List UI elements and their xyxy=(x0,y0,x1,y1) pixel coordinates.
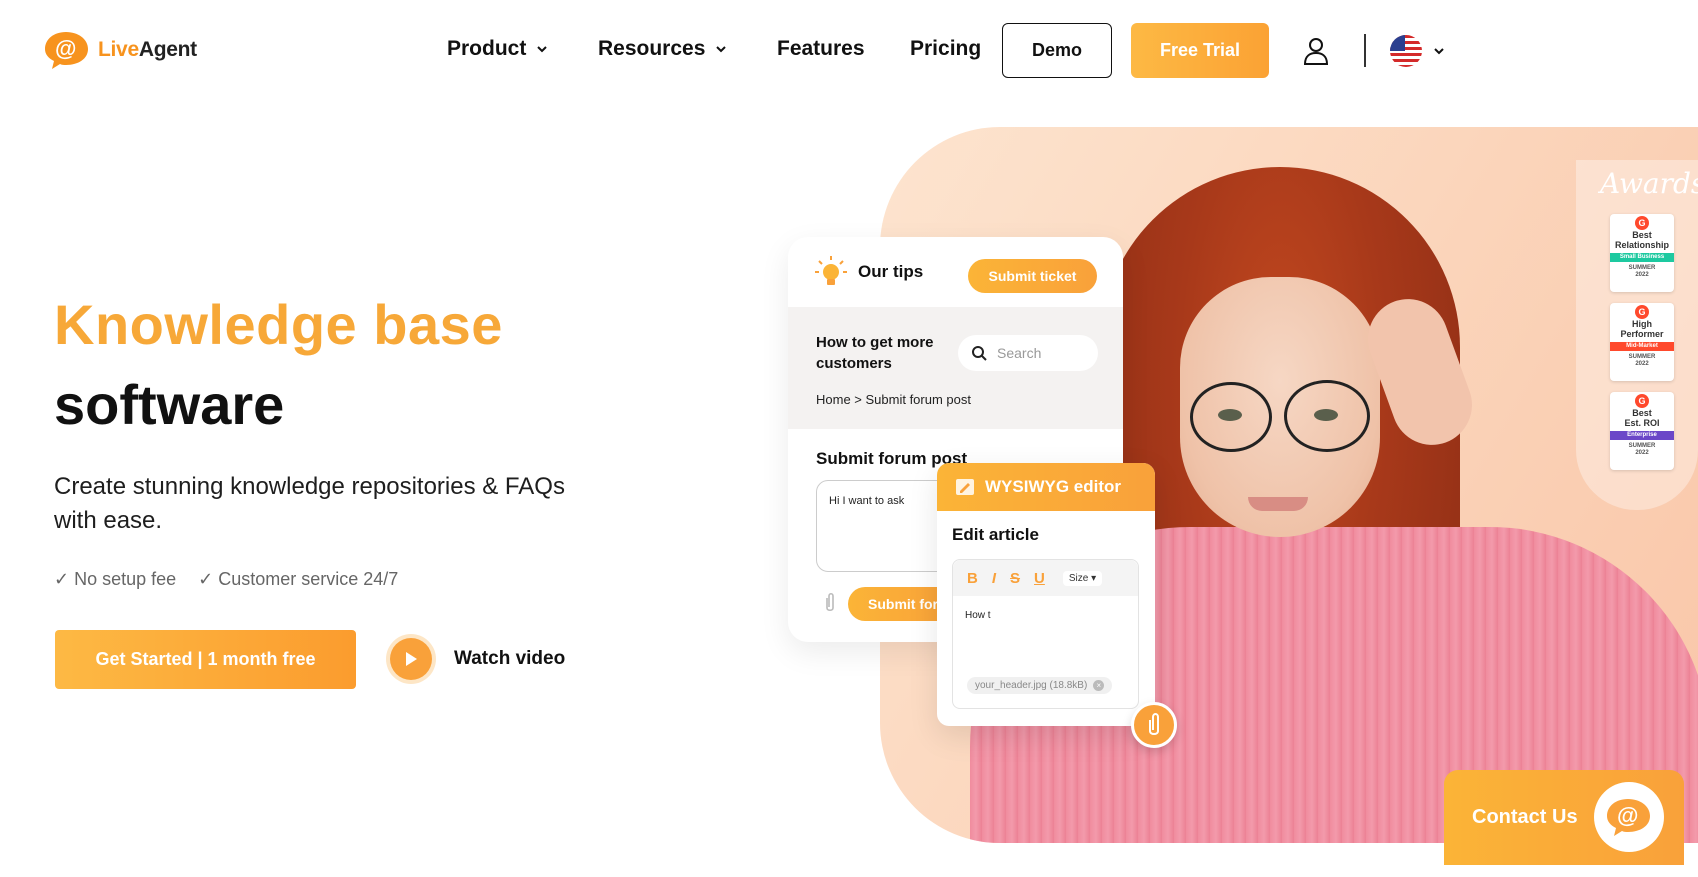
nav-resources[interactable]: Resources xyxy=(598,37,727,61)
editor-header: WYSIWYG editor xyxy=(937,463,1155,511)
editor-mockup-card: WYSIWYG editor Edit article B I S U Size… xyxy=(937,463,1155,726)
editor-header-label: WYSIWYG editor xyxy=(985,477,1121,496)
paperclip-icon[interactable] xyxy=(822,592,838,614)
watch-video-label: Watch video xyxy=(454,648,566,669)
strikethrough-button[interactable]: S xyxy=(1010,570,1020,587)
breadcrumb: Home > Submit forum post xyxy=(816,392,971,407)
badge-season: SUMMER xyxy=(1628,265,1656,271)
italic-button[interactable]: I xyxy=(992,570,996,587)
badge-category: Enterprise xyxy=(1610,431,1674,440)
tips-label: Our tips xyxy=(858,262,924,281)
edit-article-title: Edit article xyxy=(952,525,1039,544)
g2-icon: G xyxy=(1635,305,1649,319)
contact-us-widget[interactable]: Contact Us @ xyxy=(1444,770,1684,865)
nav-product-label: Product xyxy=(447,37,527,60)
badge-year: 2022 xyxy=(1635,272,1649,278)
attached-file-chip: your_header.jpg (18.8kB) × xyxy=(967,677,1113,694)
edit-icon xyxy=(956,479,974,495)
badge-category: Small Business xyxy=(1610,253,1674,262)
g2-icon: G xyxy=(1635,216,1649,230)
search-placeholder: Search xyxy=(997,345,1042,361)
editor-toolbar: B I S U Size ▾ xyxy=(953,560,1138,596)
check-no-setup-fee: ✓ No setup fee xyxy=(54,569,177,589)
nav-pricing[interactable]: Pricing xyxy=(910,37,981,61)
attach-paperclip-icon[interactable] xyxy=(1131,702,1177,748)
chevron-down-icon xyxy=(716,46,727,53)
badge-line: Performer xyxy=(1620,329,1664,339)
nav-pricing-label: Pricing xyxy=(910,37,982,60)
award-badge: G Best Relationship Small Business SUMME… xyxy=(1610,214,1674,292)
hero-title: software xyxy=(54,373,285,436)
check-customer-service: ✓ Customer service 24/7 xyxy=(198,569,399,589)
nav-product[interactable]: Product xyxy=(447,37,548,61)
svg-text:@: @ xyxy=(55,36,76,61)
us-flag-icon[interactable] xyxy=(1390,35,1422,67)
badge-category: Mid-Market xyxy=(1610,342,1674,351)
chat-bubble-icon: @ xyxy=(1594,782,1664,852)
logo-at-bubble-icon: @ xyxy=(45,32,88,69)
top-navigation: @ LiveAgent Product Resources Features P… xyxy=(0,0,1698,100)
g2-icon: G xyxy=(1635,394,1649,408)
lightbulb-icon xyxy=(815,256,847,285)
badge-year: 2022 xyxy=(1635,450,1649,456)
nav-divider xyxy=(1364,34,1366,67)
nav-features-label: Features xyxy=(777,37,865,60)
watch-video-button[interactable]: Watch video xyxy=(390,638,565,680)
hero-subtitle: Create stunning knowledge repositories &… xyxy=(54,473,565,534)
badge-line: Relationship xyxy=(1614,240,1669,250)
remove-file-icon[interactable]: × xyxy=(1093,680,1105,691)
chevron-down-icon[interactable] xyxy=(1432,45,1446,57)
badge-line: Best xyxy=(1632,230,1652,240)
hero-checks: ✓ No setup fee ✓ Customer service 24/7 xyxy=(54,569,398,590)
nav-resources-label: Resources xyxy=(598,37,706,60)
editor-box[interactable]: B I S U Size ▾ How t your_header.jpg (18… xyxy=(952,559,1139,709)
howto-title: How to get more customers xyxy=(816,334,934,372)
chevron-down-icon xyxy=(537,46,548,53)
badge-year: 2022 xyxy=(1635,361,1649,367)
file-name: your_header.jpg (18.8kB) xyxy=(975,680,1088,691)
badge-season: SUMMER xyxy=(1628,443,1656,449)
size-select-label: Size xyxy=(1068,572,1089,584)
photo-lips xyxy=(1248,497,1308,511)
liveagent-logo[interactable]: @ LiveAgent xyxy=(44,30,197,70)
nav-features[interactable]: Features xyxy=(777,37,865,61)
editor-text: How t xyxy=(965,610,991,621)
svg-text:@: @ xyxy=(1617,803,1638,828)
contact-us-label: Contact Us xyxy=(1472,806,1578,828)
user-icon[interactable] xyxy=(1303,37,1329,65)
award-badge: G Best Est. ROI Enterprise SUMMER 2022 xyxy=(1610,392,1674,470)
search-icon xyxy=(972,345,987,361)
award-badge: G High Performer Mid-Market SUMMER 2022 xyxy=(1610,303,1674,381)
underline-button[interactable]: U xyxy=(1034,570,1045,587)
badge-season: SUMMER xyxy=(1628,354,1656,360)
free-trial-button[interactable]: Free Trial xyxy=(1131,23,1269,78)
awards-title: Awards xyxy=(1600,167,1698,200)
logo-text: LiveAgent xyxy=(98,38,197,61)
play-icon xyxy=(390,638,432,680)
photo-glasses xyxy=(1284,380,1370,452)
badge-line: Est. ROI xyxy=(1624,418,1660,428)
hero-title-highlight: Knowledge base xyxy=(54,293,503,356)
size-select[interactable]: Size ▾ xyxy=(1062,570,1103,586)
demo-button[interactable]: Demo xyxy=(1002,23,1112,78)
badge-line: High xyxy=(1632,319,1652,329)
forum-card-header: Our tips Submit ticket xyxy=(788,237,1123,307)
photo-glasses xyxy=(1190,382,1272,452)
forum-search-input[interactable]: Search xyxy=(958,335,1098,371)
badge-line: Best xyxy=(1632,408,1652,418)
get-started-button[interactable]: Get Started | 1 month free xyxy=(55,630,356,689)
submit-ticket-button[interactable]: Submit ticket xyxy=(968,259,1097,293)
bold-button[interactable]: B xyxy=(967,570,978,587)
